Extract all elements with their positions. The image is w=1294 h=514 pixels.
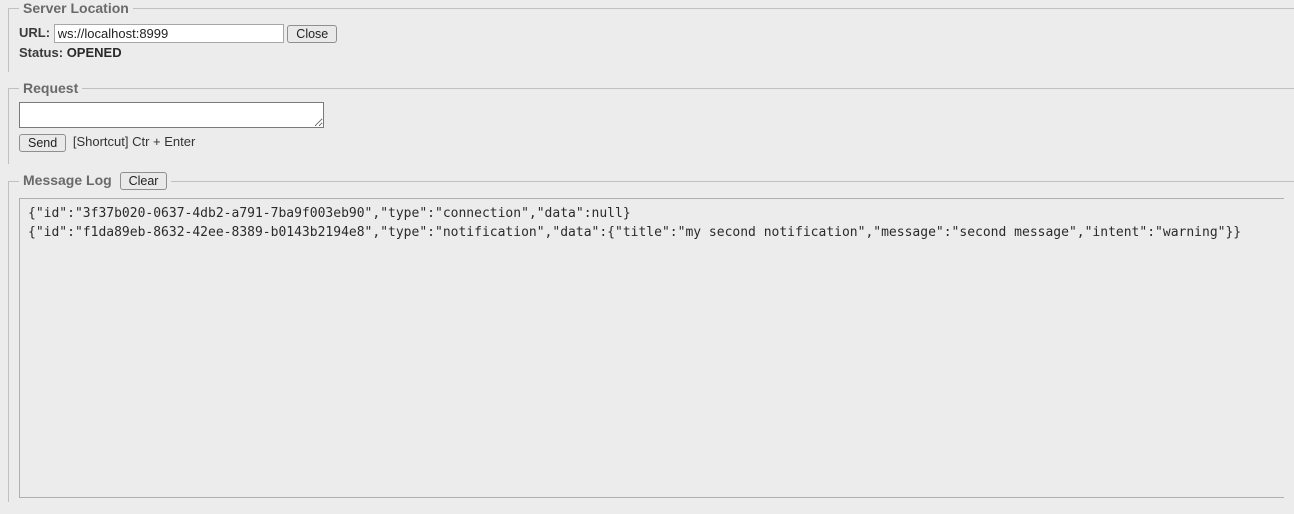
status-value: OPENED bbox=[67, 45, 122, 60]
status-label: Status: bbox=[19, 45, 63, 60]
send-button[interactable]: Send bbox=[19, 134, 66, 152]
request-legend: Request bbox=[19, 80, 82, 96]
log-line: {"id":"f1da89eb-8632-42ee-8389-b0143b219… bbox=[28, 224, 1276, 243]
shortcut-hint: [Shortcut] Ctr + Enter bbox=[73, 134, 195, 149]
server-location-fieldset: Server Location URL: Close Status: OPENE… bbox=[8, 0, 1294, 72]
server-location-legend: Server Location bbox=[19, 0, 133, 16]
url-input[interactable] bbox=[54, 24, 284, 43]
log-line: {"id":"3f37b020-0637-4db2-a791-7ba9f003e… bbox=[28, 205, 1276, 224]
url-label: URL: bbox=[19, 25, 50, 40]
message-log-legend-text: Message Log bbox=[23, 172, 112, 188]
request-fieldset: Request Send [Shortcut] Ctr + Enter bbox=[8, 80, 1294, 164]
message-log-legend: Message Log Clear bbox=[19, 172, 171, 190]
message-log-fieldset: Message Log Clear {"id":"3f37b020-0637-4… bbox=[8, 172, 1294, 502]
request-input[interactable] bbox=[19, 102, 324, 128]
close-button[interactable]: Close bbox=[287, 25, 337, 43]
clear-button[interactable]: Clear bbox=[120, 172, 168, 190]
message-log-box[interactable]: {"id":"3f37b020-0637-4db2-a791-7ba9f003e… bbox=[19, 198, 1284, 498]
